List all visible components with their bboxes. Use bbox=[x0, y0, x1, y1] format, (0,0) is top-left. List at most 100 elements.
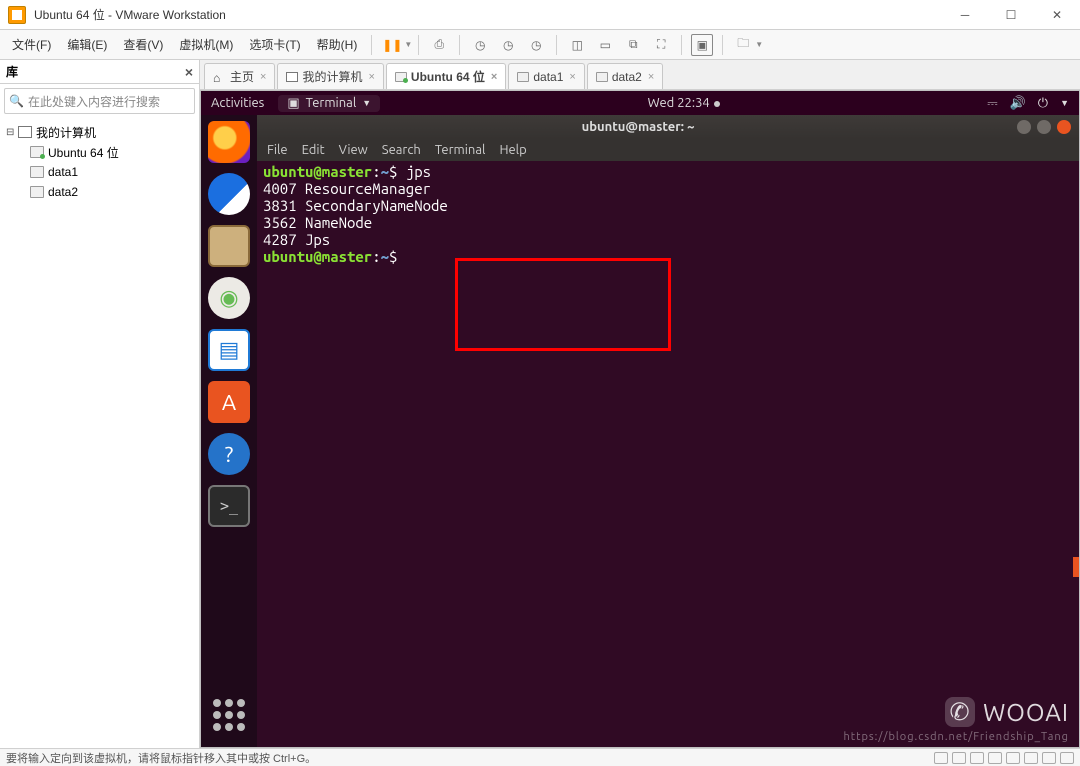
console-icon[interactable]: ▣ bbox=[691, 34, 713, 56]
minimize-button[interactable]: ─ bbox=[942, 0, 988, 30]
status-display-icon[interactable] bbox=[1042, 752, 1056, 764]
vm-viewport[interactable]: Activities ▣ Terminal ▼ Wed 22:34 ⎓ 🔊 ⏻ … bbox=[200, 90, 1080, 748]
dock-show-apps[interactable] bbox=[209, 695, 249, 735]
prompt-path: ~ bbox=[381, 248, 389, 265]
vmware-app-icon bbox=[8, 6, 26, 24]
layout2-icon[interactable]: ▭ bbox=[594, 34, 616, 56]
network-icon: ⎓ bbox=[987, 96, 997, 111]
layout3-icon[interactable]: ⧉ bbox=[622, 34, 644, 56]
vm-icon bbox=[517, 72, 529, 82]
term-menu-search[interactable]: Search bbox=[382, 143, 421, 157]
menu-edit[interactable]: 编辑(E) bbox=[59, 32, 115, 57]
menu-vm[interactable]: 虚拟机(M) bbox=[171, 32, 241, 57]
tab-ubuntu[interactable]: Ubuntu 64 位 × bbox=[386, 63, 506, 89]
term-menu-terminal[interactable]: Terminal bbox=[435, 143, 486, 157]
clock2-icon[interactable]: ◷ bbox=[497, 34, 519, 56]
tab-close-icon[interactable]: × bbox=[260, 71, 266, 83]
terminal-titlebar[interactable]: ubuntu@master: ~ bbox=[257, 115, 1079, 139]
status-more-icon[interactable] bbox=[1060, 752, 1074, 764]
terminal-close-icon[interactable] bbox=[1057, 120, 1071, 134]
clock3-icon[interactable]: ◷ bbox=[525, 34, 547, 56]
window-title: Ubuntu 64 位 - VMware Workstation bbox=[34, 6, 942, 23]
tab-close-icon[interactable]: × bbox=[368, 71, 374, 83]
layout1-icon[interactable]: ◫ bbox=[566, 34, 588, 56]
status-sound-icon[interactable] bbox=[1006, 752, 1020, 764]
dock-thunderbird[interactable] bbox=[208, 173, 250, 215]
dock-terminal[interactable]: >_ bbox=[208, 485, 250, 527]
tab-bar: ⌂主页× 我的计算机 × Ubuntu 64 位 × data1 × data2 × bbox=[200, 60, 1080, 90]
tab-label: data1 bbox=[533, 70, 563, 84]
terminal-menubar: File Edit View Search Terminal Help bbox=[257, 139, 1079, 161]
terminal-title: ubuntu@master: ~ bbox=[265, 120, 1011, 134]
home-icon: ⌂ bbox=[213, 71, 225, 83]
status-cd-icon[interactable] bbox=[952, 752, 966, 764]
menu-view[interactable]: 查看(V) bbox=[115, 32, 171, 57]
status-net-icon[interactable] bbox=[970, 752, 984, 764]
dock-firefox[interactable] bbox=[208, 121, 250, 163]
term-menu-edit[interactable]: Edit bbox=[302, 143, 325, 157]
folder-icon[interactable]: 🗀 bbox=[732, 34, 754, 56]
tab-mycomputer[interactable]: 我的计算机 × bbox=[277, 63, 383, 89]
tab-label: Ubuntu 64 位 bbox=[411, 68, 485, 85]
computer-icon bbox=[286, 72, 298, 82]
terminal-output-line: 3562 NameNode bbox=[263, 214, 372, 231]
ubuntu-desktop: Activities ▣ Terminal ▼ Wed 22:34 ⎓ 🔊 ⏻ … bbox=[201, 91, 1079, 747]
status-disk-icon[interactable] bbox=[934, 752, 948, 764]
menu-help[interactable]: 帮助(H) bbox=[309, 32, 366, 57]
dock-writer[interactable]: ▤ bbox=[208, 329, 250, 371]
sidebar-search[interactable]: 🔍 在此处键入内容进行搜索 bbox=[4, 88, 195, 114]
tab-close-icon[interactable]: × bbox=[569, 71, 575, 83]
tree-item-ubuntu[interactable]: Ubuntu 64 位 bbox=[2, 142, 197, 162]
tree-item-label: data2 bbox=[48, 185, 78, 199]
status-menu[interactable]: ⎓ 🔊 ⏻ ▼ bbox=[987, 96, 1069, 111]
power-dropdown[interactable]: ▼ bbox=[404, 40, 412, 49]
status-printer-icon[interactable] bbox=[1024, 752, 1038, 764]
fullscreen-icon[interactable]: ⛶ bbox=[650, 34, 672, 56]
maximize-button[interactable]: ☐ bbox=[988, 0, 1034, 30]
tree-item-data2[interactable]: data2 bbox=[2, 182, 197, 202]
tab-label: data2 bbox=[612, 70, 642, 84]
snapshot-button[interactable]: ⎙ bbox=[428, 34, 450, 56]
term-menu-help[interactable]: Help bbox=[499, 143, 526, 157]
sidebar-close-icon[interactable]: × bbox=[185, 64, 193, 80]
dock-rhythmbox[interactable]: ◉ bbox=[208, 277, 250, 319]
menu-file[interactable]: 文件(F) bbox=[4, 32, 59, 57]
dock-software[interactable]: A bbox=[208, 381, 250, 423]
tab-data1[interactable]: data1 × bbox=[508, 63, 584, 89]
status-usb-icon[interactable] bbox=[988, 752, 1002, 764]
tree-root[interactable]: ⊟ 我的计算机 bbox=[2, 122, 197, 142]
tree-item-label: Ubuntu 64 位 bbox=[48, 144, 119, 161]
pause-vm-button[interactable]: ❚❚ bbox=[381, 34, 403, 56]
tab-data2[interactable]: data2 × bbox=[587, 63, 663, 89]
dock-help[interactable]: ? bbox=[208, 433, 250, 475]
menu-tabs[interactable]: 选项卡(T) bbox=[241, 32, 308, 57]
clock[interactable]: Wed 22:34 bbox=[380, 96, 987, 110]
statusbar-icons bbox=[934, 752, 1074, 764]
active-app-indicator[interactable]: ▣ Terminal ▼ bbox=[278, 95, 380, 112]
terminal-window: ubuntu@master: ~ File Edit View Search bbox=[257, 115, 1079, 747]
collapse-icon[interactable]: ⊟ bbox=[6, 127, 18, 138]
term-menu-file[interactable]: File bbox=[267, 143, 288, 157]
terminal-output-line: 4007 ResourceManager bbox=[263, 180, 431, 197]
clock1-icon[interactable]: ◷ bbox=[469, 34, 491, 56]
ubuntu-dock: ◉ ▤ A ? >_ bbox=[201, 115, 257, 747]
terminal-maximize-icon[interactable] bbox=[1037, 120, 1051, 134]
activities-button[interactable]: Activities bbox=[211, 96, 264, 110]
folder-dropdown[interactable]: ▼ bbox=[755, 40, 763, 49]
sidebar-title: 库 bbox=[6, 63, 18, 80]
tab-home[interactable]: ⌂主页× bbox=[204, 63, 275, 89]
term-menu-view[interactable]: View bbox=[339, 143, 368, 157]
terminal-body[interactable]: ubuntu@master:~$ jps 4007 ResourceManage… bbox=[257, 161, 1079, 271]
vm-on-icon bbox=[395, 72, 407, 82]
power-icon: ⏻ bbox=[1038, 96, 1048, 111]
vm-icon bbox=[30, 166, 44, 178]
dock-files[interactable] bbox=[208, 225, 250, 267]
close-button[interactable]: ✕ bbox=[1034, 0, 1080, 30]
tab-label: 我的计算机 bbox=[302, 68, 362, 85]
terminal-minimize-icon[interactable] bbox=[1017, 120, 1031, 134]
clock-label: Wed 22:34 bbox=[648, 96, 710, 110]
tab-close-icon[interactable]: × bbox=[648, 71, 654, 83]
library-tree: ⊟ 我的计算机 Ubuntu 64 位 data1 data2 bbox=[0, 118, 199, 206]
tree-item-data1[interactable]: data1 bbox=[2, 162, 197, 182]
tab-close-icon[interactable]: × bbox=[491, 71, 497, 83]
